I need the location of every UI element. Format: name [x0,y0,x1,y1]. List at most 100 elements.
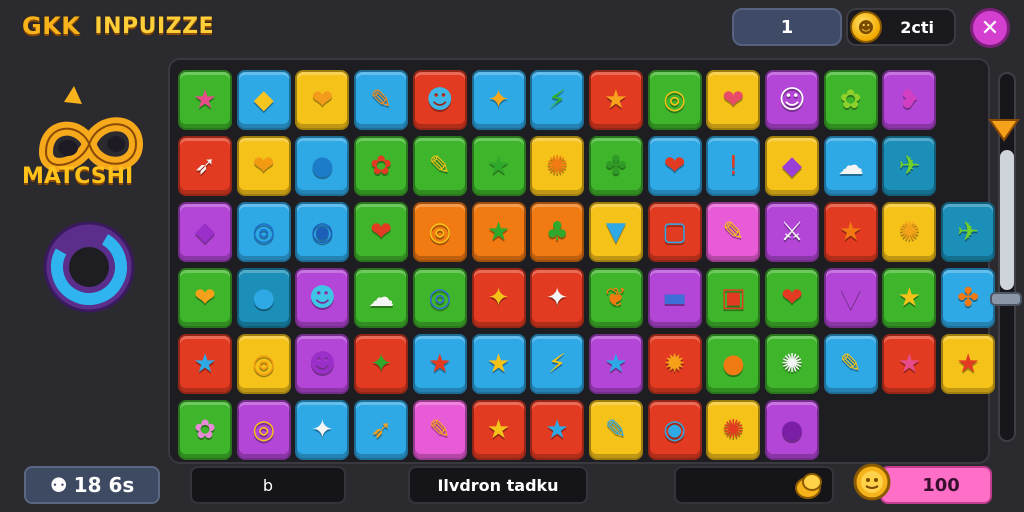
board-tile[interactable]: ◎ [412,268,467,328]
board-tile[interactable]: ◉ [295,202,350,262]
board-tile[interactable]: ❤ [647,136,702,196]
board-tile[interactable]: ● [236,268,291,328]
board-tile[interactable]: ❤ [354,202,409,262]
tile-symbol-icon: ǃ [729,151,738,181]
board-tile[interactable]: ● [706,334,761,394]
board-tile[interactable]: ◆ [236,70,291,130]
board-tile[interactable]: ★ [471,334,526,394]
board-tile[interactable]: ✈ [941,202,996,262]
tile-symbol-icon: ✦ [311,415,334,445]
board-tile[interactable]: ★ [412,334,467,394]
board-tile[interactable]: ✦ [354,334,409,394]
board-tile[interactable]: ▼ [588,202,643,262]
board-tile[interactable]: ★ [530,400,585,460]
board-tile[interactable]: ✺ [706,400,761,460]
board-tile[interactable]: ✤ [941,268,996,328]
board-tile[interactable]: ▼ [823,268,878,328]
board-tile[interactable]: ✎ [823,334,878,394]
board-tile[interactable]: ǃ [706,136,761,196]
board-tile[interactable]: ❤ [178,268,232,328]
board-tile[interactable]: ❤ [706,70,761,130]
board-tile[interactable]: ▢ [647,202,702,262]
board-tile[interactable]: ✎ [354,70,409,130]
board-tile[interactable]: ➶ [354,400,409,460]
board-tile[interactable]: ❤ [765,268,819,328]
board-tile[interactable]: ♣ [530,202,585,262]
board-tile[interactable]: ❤ [236,136,291,196]
game-board: ★ ◆ ❤ ✎ ☻ ✦ ⚡ ★ ◎ ❤ ☺ ✿ ❥ ➶ ❤ ● ✿ ✎ ★ ✺ ✤ ❤ ǃ ◆ ☁ ✈ ◆ ◎ ◉ ❤ ◎ ★ ♣ ▼ ▢ ✎ ⚔ ★ ✺ ✈… [168,58,996,464]
board-tile[interactable]: ★ [588,334,643,394]
board-tile[interactable]: ● [295,136,350,196]
board-tile[interactable]: ◉ [647,400,702,460]
board-tile[interactable]: ▣ [706,268,761,328]
coin-icon-large [853,463,891,501]
tile-symbol-icon: ◎ [428,217,452,247]
board-tile[interactable]: ◎ [647,70,702,130]
board-tile[interactable]: ✺ [765,334,819,394]
board-tile[interactable]: ★ [882,334,937,394]
bottom-field-left[interactable]: b [190,466,346,504]
board-tile[interactable]: ✤ [588,136,643,196]
board-tile[interactable]: ★ [471,202,526,262]
board-tile[interactable]: ★ [882,268,937,328]
board-tile[interactable]: ✎ [706,202,761,262]
scrollbar-thumb[interactable] [1000,150,1014,290]
title-part-b: INPUIZZE [94,13,215,39]
board-tile[interactable]: ❥ [882,70,937,130]
board-tile[interactable]: ✿ [823,70,878,130]
board-tile[interactable]: ✎ [412,400,467,460]
board-tile[interactable]: ◆ [178,202,232,262]
board-tile[interactable]: ➶ [178,136,232,196]
tile-symbol-icon: ❥ [898,85,921,115]
board-tile[interactable]: ◎ [236,400,291,460]
board-tile[interactable]: ☻ [295,268,350,328]
board-tile[interactable]: ★ [588,70,643,130]
board-tile[interactable]: ✈ [882,136,937,196]
board-tile[interactable]: ★ [941,334,996,394]
board-tile[interactable]: ❤ [295,70,350,130]
scroll-handle-icon[interactable] [986,116,1022,144]
board-tile[interactable]: ◆ [765,136,819,196]
tile-symbol-icon: ◉ [311,217,334,247]
tile-symbol-icon: ◎ [428,283,452,313]
board-tile[interactable]: ✿ [354,136,409,196]
tile-symbol-icon: ✈ [898,151,921,181]
board-tile[interactable]: ☻ [412,70,467,130]
board-tile[interactable]: ✹ [647,334,702,394]
board-tile[interactable]: ● [765,400,819,460]
scroll-knob[interactable] [990,292,1022,306]
board-tile[interactable]: ☁ [354,268,409,328]
board-tile[interactable]: ◎ [236,334,291,394]
tile-symbol-icon: ▬ [662,283,687,313]
close-button[interactable]: ✕ [970,8,1010,48]
board-tile[interactable]: ✿ [178,400,232,460]
board-tile[interactable]: ✎ [588,400,643,460]
tile-symbol-icon: ◎ [663,85,686,115]
board-tile[interactable]: ★ [823,202,878,262]
board-tile[interactable]: ⚡ [530,70,585,130]
board-tile[interactable]: ★ [178,334,232,394]
tile-symbol-icon: ★ [486,217,511,247]
board-tile[interactable]: ◎ [412,202,467,262]
bottom-field-center[interactable]: Ilvdron tadku [408,466,588,504]
board-tile[interactable]: ☻ [295,334,350,394]
board-tile[interactable]: ▬ [647,268,702,328]
board-tile[interactable]: ✦ [471,268,526,328]
board-tile[interactable]: ⚡ [530,334,585,394]
board-tile[interactable]: ✺ [882,202,937,262]
board-tile[interactable]: ✺ [530,136,585,196]
board-tile[interactable]: ◎ [236,202,291,262]
board-tile[interactable]: ✦ [530,268,585,328]
stats-value: 18 6s [73,473,135,497]
board-tile[interactable]: ☁ [823,136,878,196]
tile-symbol-icon: ★ [897,283,922,313]
board-tile[interactable]: ★ [471,400,526,460]
board-tile[interactable]: ★ [471,136,526,196]
board-tile[interactable]: ✎ [412,136,467,196]
board-tile[interactable]: ✦ [471,70,526,130]
board-tile[interactable]: ❦ [588,268,643,328]
board-tile[interactable]: ✦ [295,400,350,460]
board-tile[interactable]: ⚔ [765,202,819,262]
board-tile[interactable]: ★ [178,70,232,130]
board-tile[interactable]: ☺ [765,70,819,130]
